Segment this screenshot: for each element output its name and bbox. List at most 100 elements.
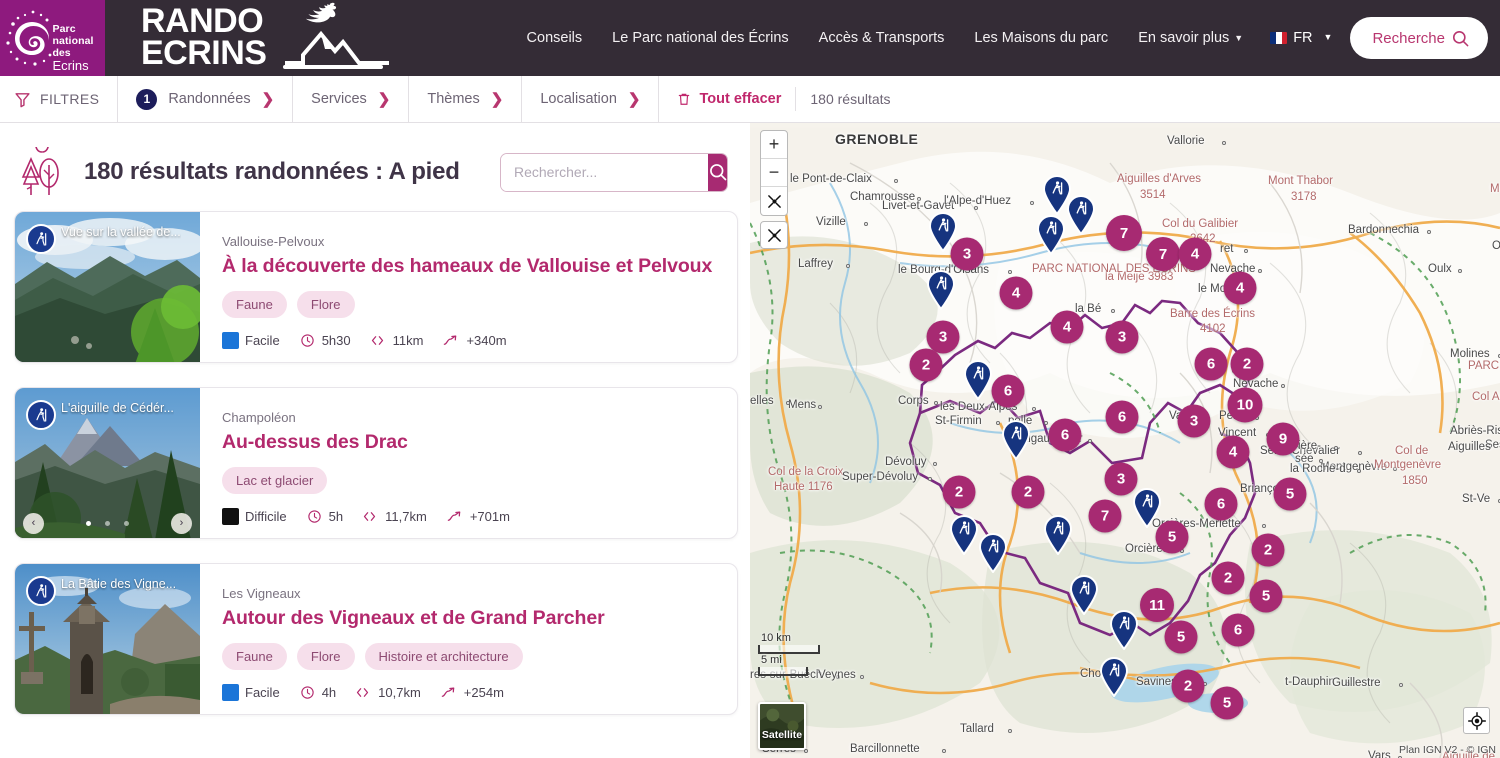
trek-card[interactable]: La Bâtie des Vigne... Les Vigneaux Autou…	[14, 563, 738, 715]
trek-location: Les Vigneaux	[222, 586, 301, 601]
map-trek-pin[interactable]	[963, 360, 993, 401]
carousel-dot[interactable]	[105, 520, 110, 526]
map-cluster-marker[interactable]: 3	[1177, 404, 1211, 438]
trek-thumbnail[interactable]: L'aiguille de Cédér... ‹ ›	[15, 388, 200, 538]
satellite-layer-button[interactable]: Satellite	[758, 702, 806, 750]
trek-title[interactable]: À la découverte des hameaux de Vallouise…	[222, 255, 717, 278]
search-input[interactable]	[501, 153, 708, 191]
filter-tab-themes[interactable]: Thèmes ❯	[408, 75, 521, 123]
theme-chip[interactable]: Faune	[222, 291, 287, 318]
map-trek-pin[interactable]	[1066, 195, 1096, 236]
map-trek-pin[interactable]	[1069, 575, 1099, 616]
map-cluster-marker[interactable]: 4	[1178, 237, 1212, 271]
map-cluster-marker[interactable]: 2	[1251, 533, 1285, 567]
trek-thumbnail[interactable]: Vue sur la vallée de...	[15, 212, 200, 362]
zoom-in-button[interactable]: +	[761, 131, 787, 159]
map-trek-pin[interactable]	[1132, 488, 1162, 529]
filter-tab-label: Services	[311, 91, 367, 107]
trek-title[interactable]: Au-dessus des Drac	[222, 431, 717, 454]
map-cluster-marker[interactable]: 4	[1223, 271, 1257, 305]
map-cluster-marker[interactable]: 4	[1050, 310, 1084, 344]
filters-toggle[interactable]: FILTRES	[0, 76, 117, 123]
search-submit-button[interactable]	[708, 153, 727, 191]
map-trek-pin[interactable]	[949, 515, 979, 556]
map-cluster-marker[interactable]: 6	[991, 374, 1025, 408]
map-cluster-marker[interactable]: 5	[1273, 477, 1307, 511]
map-cluster-marker[interactable]: 5	[1164, 620, 1198, 654]
nav-item-acces-transports[interactable]: Accès & Transports	[804, 22, 960, 54]
carousel-prev-button[interactable]: ‹	[23, 512, 44, 534]
theme-chip[interactable]: Lac et glacier	[222, 467, 328, 494]
filter-tab-randonnees[interactable]: 1 Randonnées ❯	[117, 75, 292, 123]
map-cluster-marker[interactable]: 5	[1210, 686, 1244, 720]
map-cluster-marker[interactable]: 2	[942, 475, 976, 509]
nav-item-parc-national[interactable]: Le Parc national des Écrins	[597, 22, 804, 54]
theme-chip[interactable]: Flore	[296, 643, 355, 670]
brand-logo[interactable]: RANDO ECRINS	[141, 2, 389, 71]
map-trek-pin[interactable]	[1001, 420, 1031, 461]
clear-all-filters-button[interactable]: Tout effacer	[658, 75, 795, 123]
zoom-out-button[interactable]: −	[761, 159, 787, 187]
trek-card[interactable]: L'aiguille de Cédér... ‹ › Champoléon Au…	[14, 387, 738, 539]
map-cluster-marker[interactable]: 9	[1266, 422, 1300, 456]
header-search-label: Recherche	[1372, 29, 1445, 47]
trek-card[interactable]: Vue sur la vallée de... Vallouise-Pelvou…	[14, 211, 738, 363]
map-trek-pin[interactable]	[926, 270, 956, 311]
results-search[interactable]	[500, 152, 728, 192]
map-cluster-marker[interactable]: 2	[1230, 347, 1264, 381]
map-cluster-marker[interactable]: 6	[1048, 418, 1082, 452]
nav-item-en-savoir-plus[interactable]: En savoir plus ▼	[1123, 22, 1258, 54]
map-trek-pin[interactable]	[928, 212, 958, 253]
geolocate-button[interactable]	[1463, 707, 1490, 734]
map-trek-pin[interactable]	[1099, 657, 1129, 698]
nav-item-conseils[interactable]: Conseils	[512, 22, 598, 54]
filter-tab-services[interactable]: Services ❯	[292, 75, 408, 123]
map-cluster-marker[interactable]: 2	[909, 348, 943, 382]
hiking-pin-icon	[1066, 195, 1096, 236]
map-trek-pin[interactable]	[1109, 610, 1139, 651]
map-cluster-marker[interactable]: 2	[1211, 561, 1245, 595]
map-cluster-marker[interactable]: 6	[1194, 347, 1228, 381]
reset-view-button[interactable]	[761, 187, 787, 215]
header-search-button[interactable]: Recherche	[1350, 17, 1488, 59]
photo-carousel-controls: ‹ ›	[15, 506, 200, 538]
trek-title[interactable]: Autour des Vigneaux et de Grand Parcher	[222, 607, 717, 630]
trek-theme-chips: Faune Flore	[222, 291, 717, 318]
carousel-dot[interactable]	[86, 520, 91, 526]
park-logo[interactable]: Parc national des Ecrins	[0, 0, 105, 76]
map-cluster-marker[interactable]: 6	[1204, 487, 1238, 521]
map-cluster-marker[interactable]: 11	[1140, 588, 1174, 622]
map-cluster-marker[interactable]: 5	[1249, 579, 1283, 613]
map-cluster-marker[interactable]: 2	[1171, 669, 1205, 703]
map-cluster-marker[interactable]: 3	[1105, 320, 1139, 354]
map-cluster-marker[interactable]: 7	[1088, 499, 1122, 533]
nav-item-maisons-du-parc[interactable]: Les Maisons du parc	[959, 22, 1123, 54]
scale-bar-metric	[758, 645, 820, 654]
results-header: 180 résultats randonnées : A pied	[0, 123, 750, 201]
fullscreen-button[interactable]	[760, 221, 788, 249]
map-trek-pin[interactable]	[1043, 515, 1073, 556]
carousel-next-button[interactable]: ›	[171, 512, 192, 534]
map-cluster-marker[interactable]: 6	[1221, 613, 1255, 647]
theme-chip[interactable]: Faune	[222, 643, 287, 670]
filter-tab-localisation[interactable]: Localisation ❯	[521, 75, 658, 123]
language-selector[interactable]: FR ▼	[1258, 22, 1340, 54]
hiking-pin-icon	[1036, 215, 1066, 256]
map-cluster-marker[interactable]: 10	[1227, 387, 1263, 423]
theme-chip[interactable]: Histoire et architecture	[364, 643, 523, 670]
map-trek-pin[interactable]	[978, 533, 1008, 574]
map-cluster-marker[interactable]: 2	[1011, 475, 1045, 509]
map-cluster-marker[interactable]: 7	[1146, 237, 1180, 271]
map-trek-pin[interactable]	[1036, 215, 1066, 256]
elevation-value: +254m	[463, 685, 504, 700]
map-cluster-marker[interactable]: 7	[1106, 215, 1142, 251]
map-cluster-marker[interactable]: 4	[1216, 435, 1250, 469]
map-cluster-marker[interactable]: 4	[999, 276, 1033, 310]
trek-thumbnail[interactable]: La Bâtie des Vigne...	[15, 564, 200, 714]
carousel-dot[interactable]	[124, 520, 129, 526]
theme-chip[interactable]: Flore	[296, 291, 355, 318]
chevron-down-icon: ▼	[1323, 32, 1333, 42]
map-container[interactable]: GRENOBLE le Pont-de-Claix Chamrousse Livet-…	[750, 123, 1500, 758]
filter-results-count: 180 résultats	[795, 87, 891, 111]
map-cluster-marker[interactable]: 6	[1105, 400, 1139, 434]
